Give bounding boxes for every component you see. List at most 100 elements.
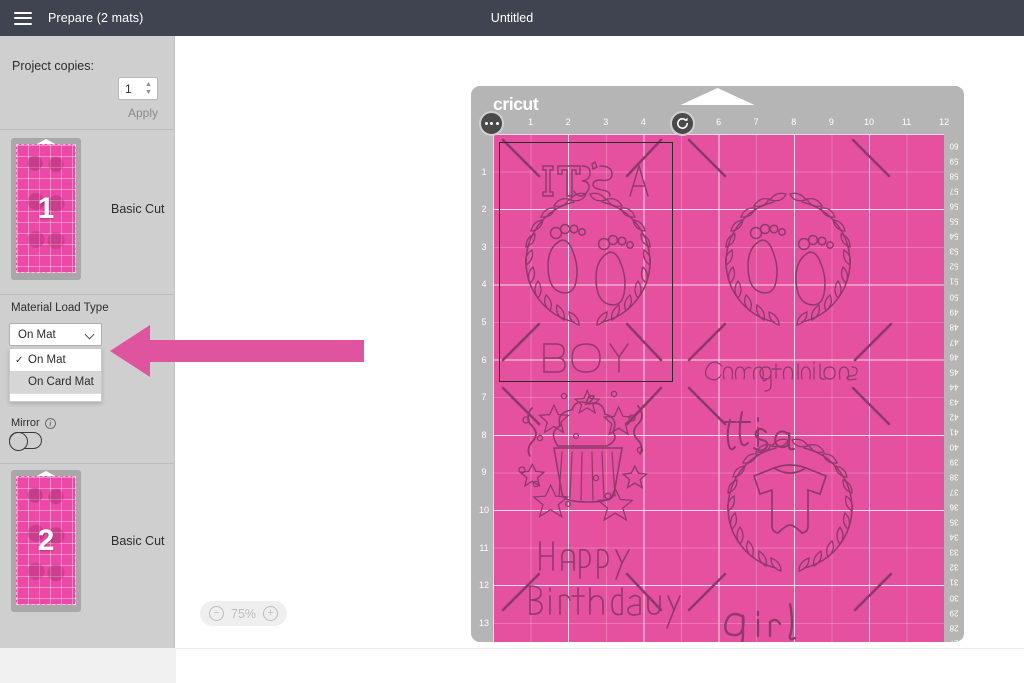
ruler-tick-right: 34 [949,532,959,542]
ruler-tick-left: 12 [478,580,490,591]
mat-number-2: 2 [37,524,55,557]
ruler-tick-right: 36 [949,502,959,512]
ruler-tick-left: 2 [481,204,487,215]
more-options-icon[interactable] [479,111,504,136]
ruler-tick-left: 3 [481,241,487,252]
ruler-tick-right: 57 [949,186,959,196]
mat-artwork [501,138,893,642]
mat-operation-2: Basic Cut [111,534,165,548]
material-sheet[interactable] [493,134,944,642]
material-load-type-dropdown[interactable]: ✓ On Mat On Card Mat [9,348,102,402]
zoom-out-icon[interactable]: − [209,606,224,621]
mat-operation-1: Basic Cut [111,202,165,216]
ruler-tick-left: 4 [481,279,487,290]
ruler-tick-right: 42 [949,412,959,422]
mat-thumbnail-1[interactable]: 1 [11,138,81,280]
ruler-tick-top: 12 [939,117,950,127]
ruler-tick-right: 39 [949,457,959,467]
sidebar-divider-mid [0,294,175,295]
ruler-tick-right: 40 [949,442,959,452]
material-load-type-label: Material Load Type [11,302,109,314]
cutting-mat[interactable]: cricut 123456789101112 12345678910111213… [471,86,964,648]
ruler-tick-right: 45 [949,367,959,377]
mat-number-1: 1 [37,192,55,225]
ruler-tick-left: 9 [481,467,487,478]
annotation-arrow-icon [110,325,364,377]
cricut-brand-logo: cricut [493,94,539,114]
check-icon: ✓ [15,354,24,366]
top-bar: Prepare (2 mats) [0,0,1024,36]
workspace-footer [176,648,1024,683]
ruler-tick-left: 13 [478,617,490,628]
ruler-tick-right: 51 [949,276,959,286]
ruler-horizontal: 123456789101112 [493,114,949,134]
mat-list-item-2[interactable]: 2 Basic Cut [0,470,175,612]
ruler-tick-right: 43 [949,397,959,407]
stepper-up-icon[interactable]: ▲ [145,81,152,88]
ruler-tick-left: 5 [481,317,487,327]
dropdown-footer-spacer [10,393,101,401]
chevron-down-icon [86,330,95,339]
ruler-tick-right: 50 [949,292,959,301]
ruler-tick-top: 11 [901,117,912,127]
ruler-tick-right: 46 [949,352,959,362]
mat-list-item-1[interactable]: 1 Basic Cut [0,138,175,280]
ruler-tick-right: 28 [949,623,959,633]
ruler-tick-right: 29 [949,608,959,618]
sidebar-footer [0,648,176,683]
ruler-tick-right: 55 [949,216,959,226]
project-copies-label: Project copies: [12,58,94,73]
ruler-tick-right: 52 [949,261,959,271]
dropdown-option-on-card-mat[interactable]: On Card Mat [10,371,101,393]
stepper-down-icon[interactable]: ▼ [145,89,152,96]
ruler-tick-right: 32 [949,562,959,572]
ruler-tick-right: 35 [949,517,959,527]
ruler-tick-top: 4 [640,117,646,127]
ruler-tick-top: 2 [565,117,571,127]
info-icon[interactable]: i [44,417,56,429]
ruler-tick-top: 1 [528,117,534,127]
stepper-arrows[interactable]: ▲ ▼ [143,78,157,99]
project-copies-value[interactable]: 1 [119,82,143,96]
material-load-type-select[interactable]: On Mat [9,323,102,346]
mirror-toggle[interactable] [9,432,42,451]
ruler-tick-left: 7 [481,392,487,403]
project-copies-stepper[interactable]: 1 ▲ ▼ [118,77,158,100]
ruler-tick-left: 1 [481,166,487,177]
apply-button[interactable]: Apply [0,106,175,120]
ruler-tick-right: 33 [949,547,959,557]
ruler-tick-right: 53 [949,246,959,256]
ruler-tick-left: 10 [478,505,490,515]
ruler-tick-right: 47 [949,337,959,347]
ruler-tick-right: 59 [949,156,959,166]
hamburger-menu-icon[interactable] [14,11,32,25]
sidebar-divider-top [0,129,175,130]
zoom-in-icon[interactable]: + [263,606,279,621]
ruler-tick-right: 41 [949,427,959,437]
dropdown-option-on-mat[interactable]: ✓ On Mat [10,349,101,371]
ruler-tick-right: 54 [949,231,959,241]
ruler-tick-top: 8 [791,117,797,127]
ruler-tick-right: 48 [949,322,959,332]
ruler-tick-left: 6 [481,354,487,365]
zoom-control[interactable]: − 75% + [200,601,288,626]
mat-top-tab-icon [680,88,755,105]
ruler-tick-right: 56 [949,201,959,211]
mat-thumbnail-2[interactable]: 2 [11,470,81,612]
ruler-tick-right: 38 [949,472,959,482]
dropdown-option-label: On Card Mat [28,376,94,388]
rotate-mat-icon[interactable] [670,111,695,136]
mirror-row: Mirror i [11,417,56,429]
zoom-level-value: 75% [231,606,257,621]
ruler-vertical-right: 60 59 58 57 56 55 54 53 52 51 50 49 48 47 46 45 44 43 42 41… [945,134,964,648]
ruler-tick-left: 8 [481,429,487,440]
material-load-type-value: On Mat [18,328,56,341]
ruler-tick-left: 11 [479,542,489,553]
ruler-tick-top: 9 [828,117,834,127]
prepare-mode-title: Prepare (2 mats) [48,11,144,25]
mirror-label: Mirror [11,417,40,429]
sidebar-divider-bottom [0,463,175,464]
ruler-tick-top: 7 [753,117,759,127]
ruler-tick-right: 44 [949,382,959,392]
ruler-tick-top: 3 [603,117,609,127]
